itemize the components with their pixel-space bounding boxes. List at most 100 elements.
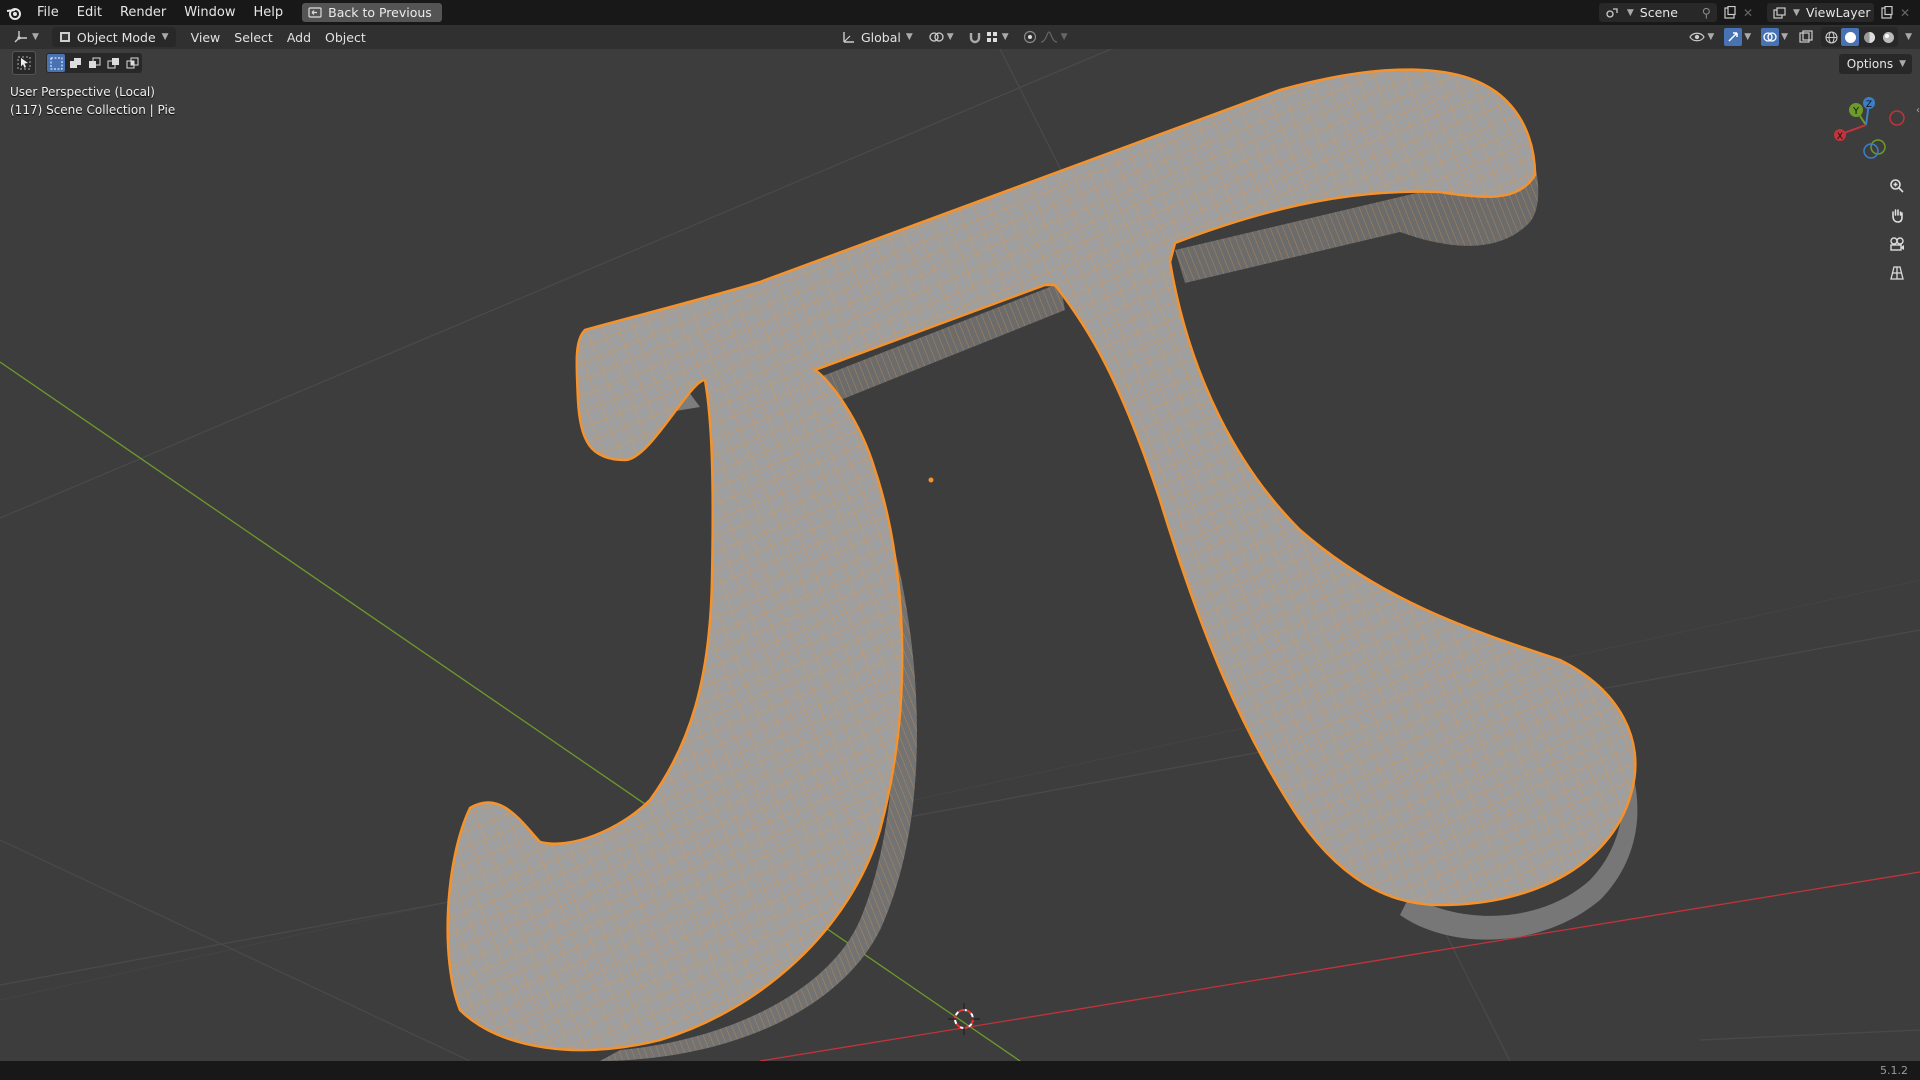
blender-logo-icon[interactable] xyxy=(0,0,28,25)
options-dropdown[interactable]: Options ▼ xyxy=(1838,54,1912,74)
version-label: 5.1.2 xyxy=(1880,1064,1908,1077)
menu-add[interactable]: Add xyxy=(280,27,318,47)
3d-viewport[interactable]: Y Z X User Perspective (Local) (117) Sce… xyxy=(0,49,1920,1061)
chevron-down-icon: ▼ xyxy=(1744,32,1752,42)
eye-icon xyxy=(1689,32,1706,42)
proportional-editing-icon xyxy=(1023,30,1036,44)
3d-viewport-icon xyxy=(14,31,27,43)
top-menu-bar: File Edit Render Window Help Back to Pre… xyxy=(0,0,1920,25)
view-layer-selector[interactable]: ▼ ViewLayer xyxy=(1767,3,1874,22)
viewport-header: ▼ Object Mode ▼ View Select Add Object G… xyxy=(0,25,1920,49)
menu-view[interactable]: View xyxy=(184,27,228,47)
chevron-down-icon: ▼ xyxy=(32,32,39,42)
overlays-icon xyxy=(1761,28,1780,46)
menu-edit[interactable]: Edit xyxy=(68,0,111,25)
object-origin-dot xyxy=(928,477,934,483)
navigation-gizmo[interactable]: Y Z X xyxy=(1834,97,1905,159)
xray-toggle-icon[interactable] xyxy=(1795,27,1817,47)
back-to-previous-button[interactable]: Back to Previous xyxy=(302,3,442,22)
menu-render[interactable]: Render xyxy=(111,0,175,25)
overlays-toggle[interactable]: ▼ xyxy=(1758,27,1791,47)
camera-icon xyxy=(1890,237,1904,251)
chevron-down-icon: ▼ xyxy=(1060,32,1068,42)
transform-orientation-dropdown[interactable]: Global ▼ xyxy=(838,27,917,47)
gizmo-z-label: Z xyxy=(1866,100,1872,110)
zoom-button[interactable] xyxy=(1884,173,1910,199)
chevron-down-icon: ▼ xyxy=(1626,7,1634,18)
view-layer-icon xyxy=(1773,6,1787,19)
zoom-icon xyxy=(1890,179,1904,193)
scene-icon xyxy=(1605,7,1621,19)
status-bar: 5.1.2 xyxy=(0,1061,1920,1080)
chevron-down-icon: ▼ xyxy=(1001,32,1009,42)
menu-window[interactable]: Window xyxy=(175,0,244,25)
selection-mode-group xyxy=(46,53,142,73)
gizmo-icon xyxy=(1724,28,1743,46)
material-shading-icon[interactable] xyxy=(1860,28,1878,46)
pivot-point-icon xyxy=(929,32,944,42)
wireframe-shading-icon[interactable] xyxy=(1822,28,1840,46)
grid-perspective-icon xyxy=(1890,266,1904,280)
pivot-point-dropdown[interactable]: ▼ xyxy=(925,27,957,47)
select-tool-button[interactable] xyxy=(12,51,36,75)
new-scene-icon[interactable] xyxy=(1723,5,1737,20)
cursor-arrow-icon xyxy=(17,56,31,70)
scene-name[interactable]: Scene xyxy=(1640,5,1696,20)
screen-back-icon xyxy=(308,7,322,18)
gizmo-x-label: X xyxy=(1837,132,1843,142)
transform-orientation-label: Global xyxy=(861,29,901,45)
proportional-editing-toggle[interactable]: ▼ xyxy=(1020,27,1071,47)
viewport-canvas[interactable]: Y Z X xyxy=(0,49,1920,1061)
grid-floor xyxy=(0,49,1920,1061)
scene-selector[interactable]: ▼ Scene ⚲ xyxy=(1598,3,1717,22)
menu-select[interactable]: Select xyxy=(227,27,280,47)
object-mode-icon xyxy=(59,32,70,42)
editor-type-button[interactable]: ▼ xyxy=(6,27,46,47)
chevron-down-icon: ▼ xyxy=(1899,59,1906,69)
gizmo-toggle[interactable]: ▼ xyxy=(1721,27,1754,47)
x-axis-line xyxy=(759,871,1920,1061)
chevron-down-icon: ▼ xyxy=(946,32,954,42)
chevron-down-icon: ▼ xyxy=(905,32,913,42)
new-view-layer-icon[interactable] xyxy=(1880,5,1894,20)
menu-object[interactable]: Object xyxy=(318,27,373,47)
hand-icon xyxy=(1892,209,1903,223)
rendered-shading-icon[interactable] xyxy=(1879,28,1897,46)
visibility-dropdown[interactable]: ▼ xyxy=(1686,27,1717,47)
select-difference-icon[interactable] xyxy=(104,54,122,72)
magnet-icon xyxy=(969,33,980,44)
tool-settings-row xyxy=(12,51,142,75)
options-label: Options xyxy=(1846,57,1894,71)
back-to-previous-label: Back to Previous xyxy=(328,5,432,20)
pi-mesh-object[interactable] xyxy=(446,68,1638,1061)
select-intersect-icon[interactable] xyxy=(123,54,141,72)
solid-shading-icon[interactable] xyxy=(1841,28,1860,46)
shading-options-chevron-icon[interactable]: ▼ xyxy=(1902,32,1912,42)
select-extend-icon[interactable] xyxy=(66,54,84,72)
delete-view-layer-icon[interactable]: ✕ xyxy=(1900,6,1920,20)
camera-view-button[interactable] xyxy=(1884,231,1910,257)
chevron-down-icon: ▼ xyxy=(161,32,169,42)
chevron-down-icon: ▼ xyxy=(1793,7,1800,18)
snap-toggle[interactable]: ▼ xyxy=(965,27,1012,47)
orientation-global-icon xyxy=(843,32,854,43)
select-set-icon[interactable] xyxy=(47,54,65,72)
menu-help[interactable]: Help xyxy=(245,0,293,25)
chevron-down-icon: ▼ xyxy=(1707,32,1715,42)
sidebar-toggle-icon[interactable]: ‹ xyxy=(1916,105,1920,116)
gizmo-y-label: Y xyxy=(1852,106,1860,117)
object-mode-dropdown[interactable]: Object Mode ▼ xyxy=(51,27,176,47)
shading-mode-group xyxy=(1821,27,1899,47)
view-layer-name[interactable]: ViewLayer xyxy=(1806,5,1871,20)
delete-scene-icon[interactable]: ✕ xyxy=(1743,6,1753,20)
chevron-down-icon: ▼ xyxy=(1781,32,1789,42)
pin-icon[interactable]: ⚲ xyxy=(1702,5,1711,20)
snap-increment-icon xyxy=(986,32,997,42)
collection-label: (117) Scene Collection | Pie xyxy=(10,103,176,117)
pan-button[interactable] xyxy=(1884,202,1910,228)
falloff-curve-icon xyxy=(1040,31,1057,43)
menu-file[interactable]: File xyxy=(28,0,68,25)
object-mode-label: Object Mode xyxy=(76,29,156,45)
orthographic-toggle-button[interactable] xyxy=(1884,260,1910,286)
select-subtract-icon[interactable] xyxy=(85,54,103,72)
